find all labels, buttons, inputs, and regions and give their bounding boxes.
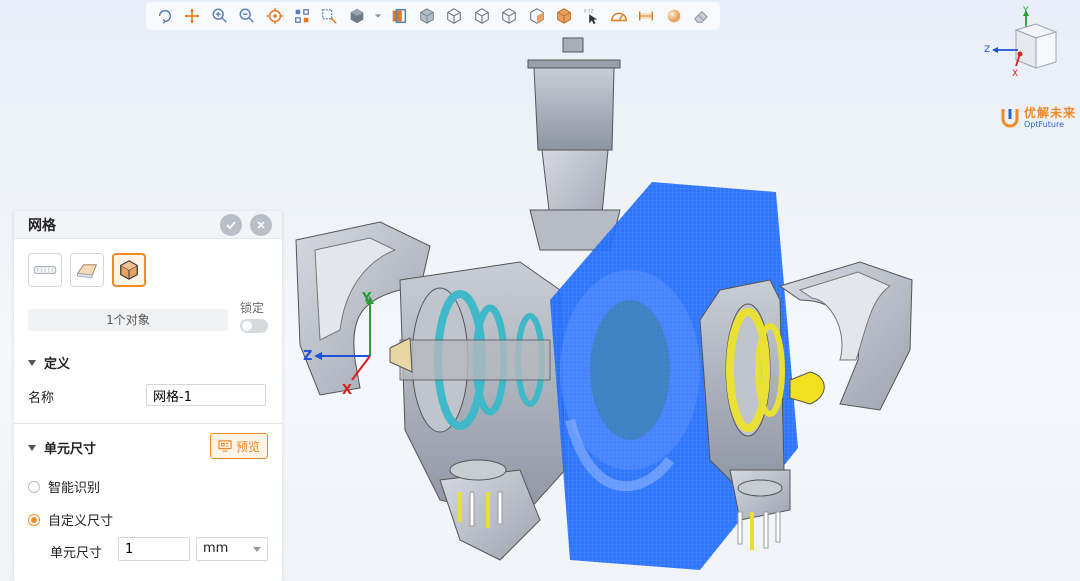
target-icon[interactable] [264,4,285,28]
svg-text:X.Y.Z: X.Y.Z [584,8,594,13]
smart-detect-option[interactable]: 智能识别 [28,477,100,496]
measure-angle-icon[interactable] [608,4,629,28]
object-count-box[interactable]: 1个对象 [28,309,228,331]
wireframe-icon[interactable] [443,4,464,28]
zoom-window-icon[interactable] [319,4,340,28]
preview-label: 预览 [235,439,260,454]
lock-label: 锁定 [240,301,265,315]
chevron-down-icon [28,359,36,366]
custom-size-label: 自定义尺寸 [48,514,114,529]
custom-size-option[interactable]: 自定义尺寸 [28,510,113,529]
unit-value: mm [203,541,229,556]
shaded-icon[interactable] [416,4,437,28]
navcube-y-label: Y [1022,6,1029,16]
select-pointer-icon[interactable]: X.Y.Z [581,4,602,28]
preview-button[interactable]: 预览 [210,433,268,459]
close-icon [257,220,265,229]
element-size-input[interactable] [118,537,190,561]
name-label: 名称 [28,391,55,406]
dropdown-icon[interactable] [374,4,383,28]
pan-icon[interactable] [181,4,202,28]
definition-section-header[interactable]: 定义 [28,353,70,372]
preview-icon [218,440,232,452]
measure-distance-icon[interactable] [636,4,657,28]
close-button[interactable] [250,213,272,236]
section-view-icon[interactable] [389,4,410,28]
unit-select[interactable]: mm [196,537,268,561]
surface-mesh-button[interactable] [70,253,104,287]
definition-heading: 定义 [44,357,71,372]
eraser-icon[interactable] [691,4,712,28]
fit-view-icon[interactable] [291,4,312,28]
line-mesh-button[interactable] [28,253,62,287]
element-size-heading: 单元尺寸 [44,442,97,457]
lock-toggle[interactable] [240,319,268,333]
custom-size-radio[interactable] [28,513,40,526]
line-mesh-icon [33,265,57,275]
mesh-type-row [14,239,282,287]
check-icon [226,220,236,229]
view-toolbar: X.Y.Z [146,2,720,30]
axis-z-label: Z [303,349,312,364]
zoom-in-icon[interactable] [209,4,230,28]
cube-outline-icon[interactable] [471,4,492,28]
chevron-down-icon [253,546,261,552]
sphere-icon[interactable] [663,4,684,28]
mesh-panel: 网格 锁定 1个对象 定义 名称 网格-1 单元尺寸 预览 智能识别 自定义尺寸… [14,211,282,581]
axis-y-label: Y [361,291,372,306]
smart-detect-radio[interactable] [28,480,40,493]
element-size-label: 单元尺寸 [50,546,103,561]
smart-detect-label: 智能识别 [48,481,101,496]
section-divider [14,423,282,424]
volume-mesh-button[interactable] [112,253,146,287]
element-size-section-header[interactable]: 单元尺寸 [28,438,96,457]
turbocharger-model[interactable] [295,37,913,570]
surface-mesh-icon [76,264,98,279]
rotate-icon[interactable] [154,4,175,28]
cube-front-icon[interactable] [498,4,519,28]
view-cube-icon[interactable] [346,4,367,28]
cube-top-icon[interactable] [553,4,574,28]
panel-header: 网格 [14,211,282,239]
cube-side-icon[interactable] [526,4,547,28]
axis-x-label: X [342,383,352,398]
name-input[interactable] [146,384,266,406]
chevron-down-icon [28,444,36,451]
confirm-button[interactable] [220,213,242,236]
panel-title: 网格 [28,217,56,234]
zoom-out-icon[interactable] [236,4,257,28]
volume-mesh-icon [120,260,138,280]
